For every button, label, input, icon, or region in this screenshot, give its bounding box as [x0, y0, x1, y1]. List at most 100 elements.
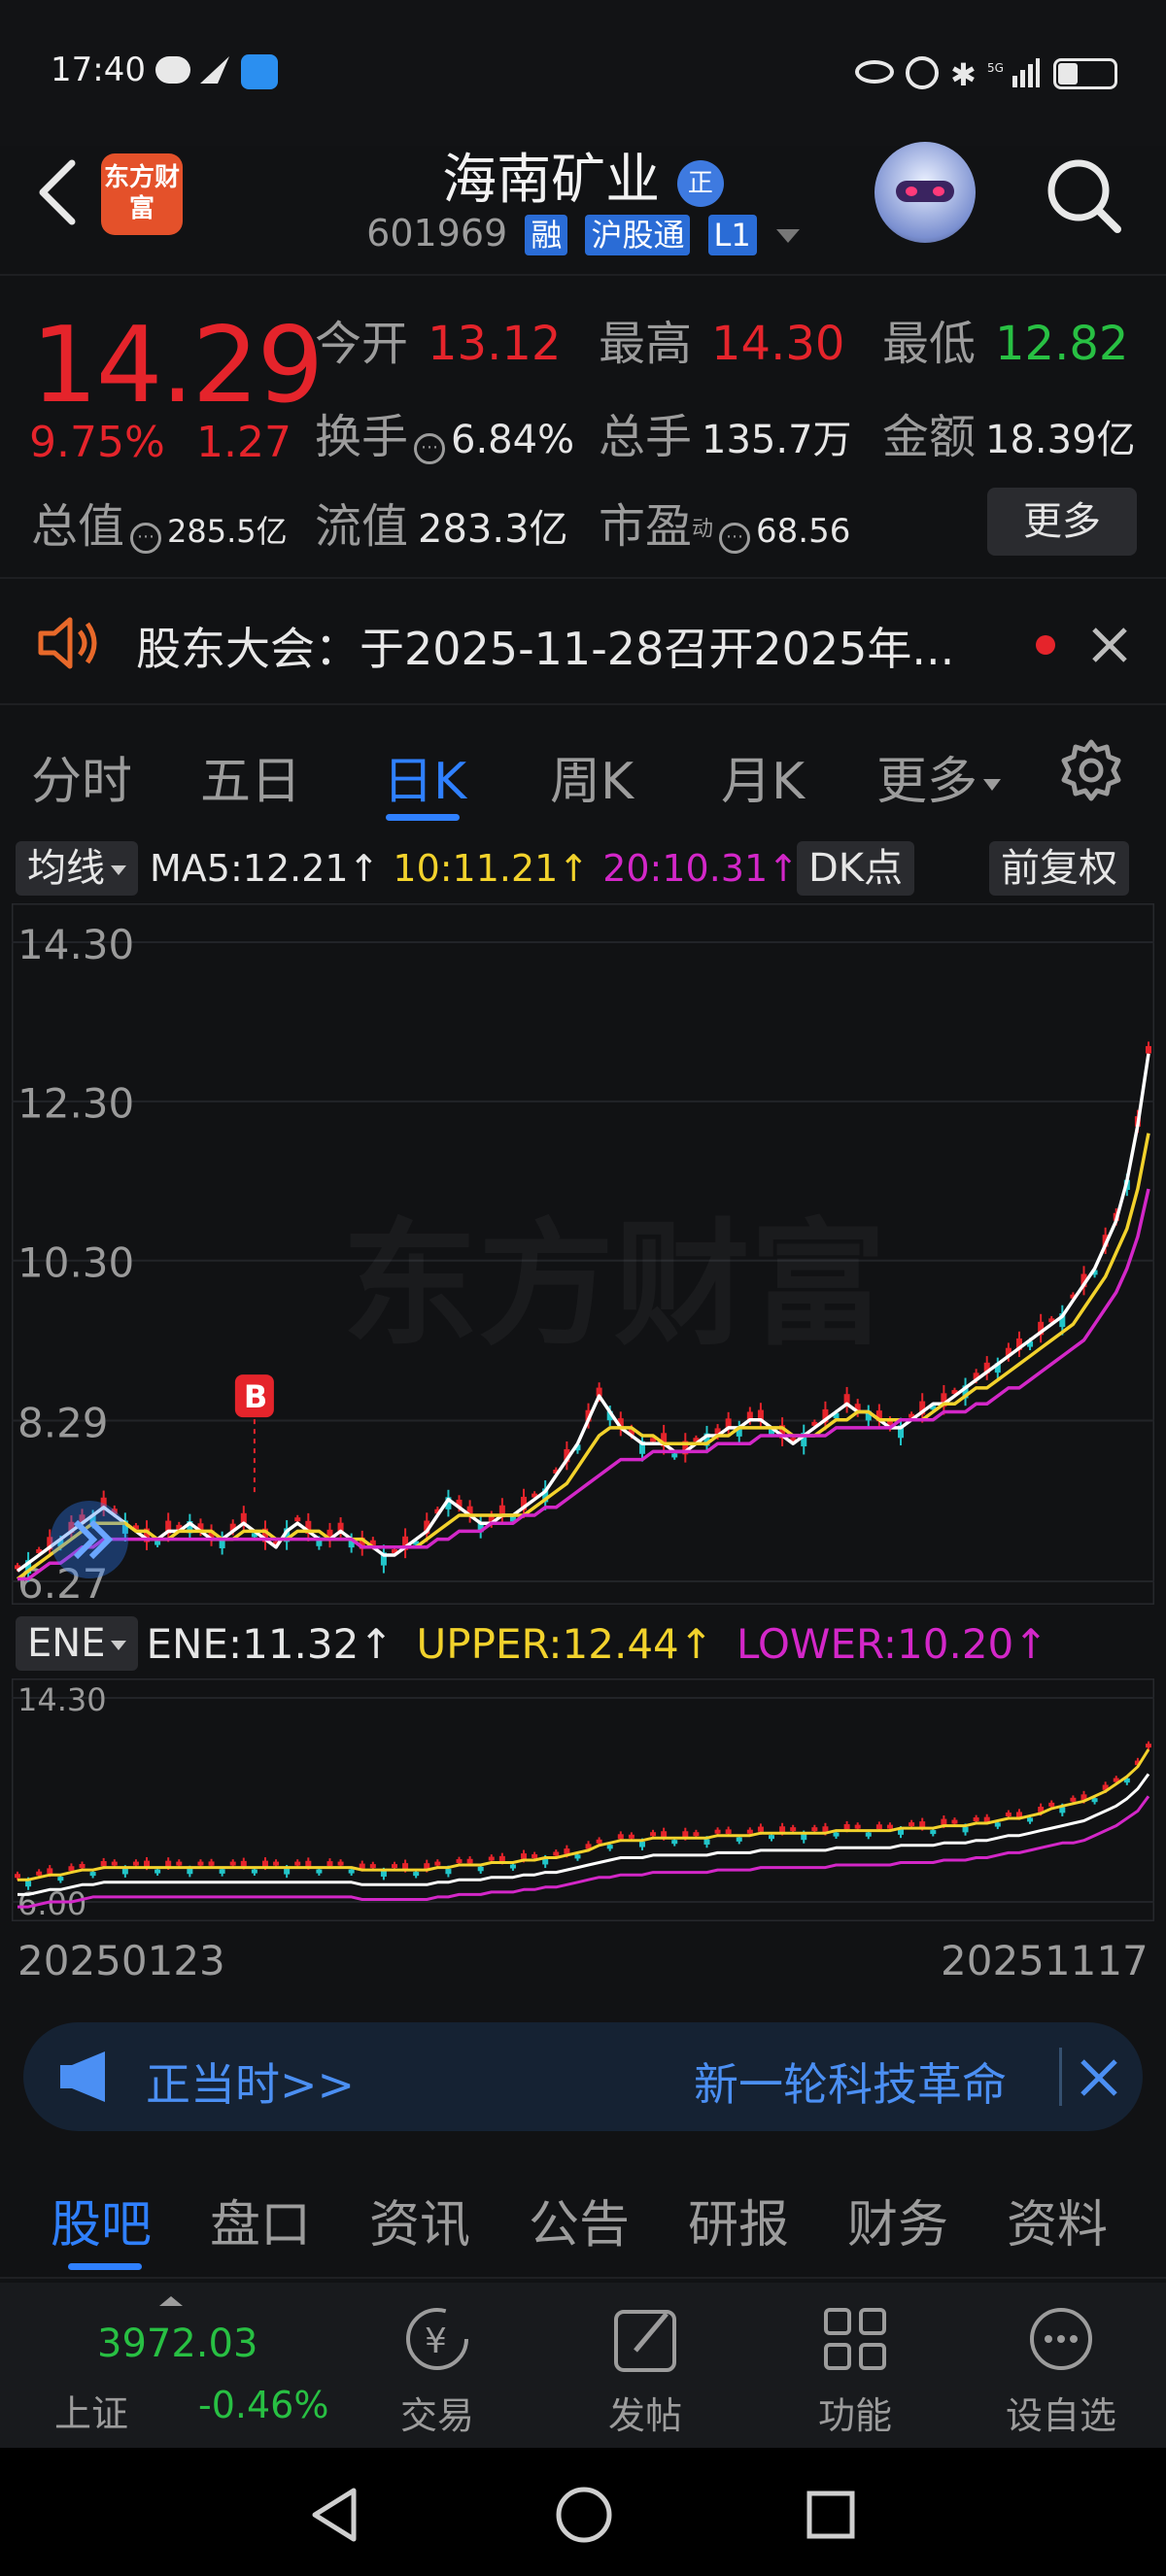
- nav-recents-icon[interactable]: [797, 2481, 865, 2549]
- candle-body: [251, 1869, 257, 1874]
- high-value: 14.30: [711, 317, 845, 371]
- candle-body: [498, 1855, 505, 1862]
- tab-five-day[interactable]: 五日: [200, 740, 301, 813]
- ad-banner[interactable]: 正当时>> 新一轮科技革命: [23, 2022, 1143, 2131]
- candle-body: [402, 1863, 409, 1870]
- candle-body: [316, 1869, 323, 1874]
- more-button[interactable]: 更多: [987, 488, 1137, 556]
- signal-icon: 5G: [987, 58, 1040, 87]
- settings-gear-icon[interactable]: [1057, 736, 1125, 804]
- grid-icon: [824, 2308, 886, 2370]
- low-field: 最低 12.82: [882, 317, 1129, 371]
- info-icon: ⋯: [130, 522, 162, 554]
- adjust-button[interactable]: 前复权: [989, 841, 1129, 896]
- info-icon: ⋯: [414, 432, 446, 464]
- tab-announcements[interactable]: 公告: [529, 2184, 630, 2256]
- candle-body: [392, 1864, 397, 1869]
- candle-body: [197, 1861, 204, 1866]
- tab-order-book[interactable]: 盘口: [210, 2184, 311, 2256]
- open-field: 今开 13.12: [315, 317, 562, 371]
- candle-body: [951, 1819, 958, 1824]
- indicator-select[interactable]: 均线: [16, 841, 138, 896]
- search-icon[interactable]: [1040, 152, 1127, 239]
- turnover-field: 换手 ⋯ 6.84%: [315, 410, 575, 464]
- index-value[interactable]: 3972.03: [97, 2322, 257, 2366]
- ene-indicator-select[interactable]: ENE: [16, 1616, 139, 1671]
- chart-frame: [11, 1678, 1155, 1922]
- close-icon[interactable]: [1088, 624, 1131, 666]
- candle-body: [89, 1872, 96, 1877]
- close-icon[interactable]: [1079, 2057, 1119, 2098]
- post-button[interactable]: 发帖: [567, 2300, 723, 2439]
- candle-body: [909, 1822, 915, 1827]
- index-change[interactable]: -0.46%: [198, 2384, 328, 2426]
- tab-news[interactable]: 资讯: [369, 2184, 470, 2256]
- robot-assistant-icon[interactable]: [874, 142, 976, 243]
- info-icon: ⋯: [719, 522, 751, 554]
- candle-body: [606, 1845, 613, 1849]
- candle-body: [154, 1869, 161, 1874]
- ene-label: ENE:11.32↑: [146, 1619, 394, 1668]
- candle-body: [284, 1868, 291, 1875]
- candle-body: [1015, 1812, 1022, 1817]
- stock-code-row[interactable]: 601969 融 沪股通 L1: [0, 212, 1166, 255]
- tab-research[interactable]: 研报: [688, 2184, 789, 2256]
- ad-right-text[interactable]: 新一轮科技革命: [694, 2050, 1044, 2114]
- candle-body: [962, 1826, 969, 1833]
- pe-field: 市盈动 ⋯ 68.56: [599, 499, 851, 554]
- chevron-up-icon[interactable]: [159, 2296, 183, 2306]
- dk-point-button[interactable]: DK点: [797, 841, 915, 896]
- ene-chart[interactable]: 14.30 6.00: [11, 1678, 1155, 1922]
- stock-name: 海南矿业 正: [0, 136, 1166, 215]
- candle-body: [843, 1824, 850, 1830]
- tab-monthly-k[interactable]: 月K: [721, 740, 805, 813]
- tab-daily-k[interactable]: 日K: [383, 740, 466, 813]
- notice-text[interactable]: 股东大会：于2025-11-28召开2025年...: [136, 614, 954, 678]
- ma-legend: 均线 MA5:12.21↑ 10:11.21↑ 20:10.31↑ DK点 前复…: [0, 837, 1166, 899]
- stock-header: 东方财富 海南矿业 正 601969 融 沪股通 L1: [0, 107, 1166, 272]
- candle-body: [79, 1864, 86, 1869]
- tab-profile[interactable]: 资料: [1007, 2184, 1108, 2256]
- candle-body: [941, 1818, 947, 1825]
- candle-body: [380, 1871, 387, 1877]
- edit-icon: [614, 2310, 676, 2372]
- amount-field: 金额 18.39亿: [882, 410, 1136, 464]
- tab-intraday[interactable]: 分时: [31, 740, 132, 813]
- functions-button[interactable]: 功能: [777, 2300, 933, 2439]
- candle-body: [176, 1861, 183, 1866]
- candle-body: [208, 1861, 215, 1866]
- candle-body: [229, 1861, 236, 1866]
- active-tab-indicator: [386, 814, 460, 821]
- candle-body: [187, 1868, 193, 1875]
- tab-weekly-k[interactable]: 周K: [550, 740, 634, 813]
- candle-body: [703, 1839, 710, 1845]
- alarm-icon: [906, 56, 939, 89]
- candle-body: [930, 1830, 937, 1835]
- candle-body: [521, 1853, 528, 1859]
- more-dots-icon: [1030, 2308, 1092, 2370]
- ad-left-text[interactable]: 正当时>>: [146, 2050, 355, 2114]
- candle-body: [273, 1861, 280, 1866]
- candle-body: [769, 1835, 774, 1840]
- k-line-chart[interactable]: 14.3012.3010.308.296.27BS 东方财富: [11, 902, 1155, 1608]
- index-name[interactable]: 上证: [54, 2384, 128, 2437]
- candle-body: [693, 1832, 700, 1837]
- candle-body: [121, 1868, 128, 1875]
- nav-back-icon[interactable]: [301, 2481, 369, 2549]
- high-field: 最高 14.30: [599, 317, 845, 371]
- tab-more[interactable]: 更多: [876, 740, 1002, 813]
- change-pct: 9.75%: [29, 418, 165, 467]
- divider: [1059, 2048, 1062, 2106]
- low-value: 12.82: [995, 317, 1129, 371]
- float-field: 流值 283.3亿: [315, 499, 568, 554]
- trade-button[interactable]: ¥ 交易: [360, 2300, 515, 2439]
- status-time: 17:40: [51, 51, 146, 89]
- y-tick-label: 14.30: [17, 921, 134, 968]
- nav-home-icon[interactable]: [550, 2481, 618, 2549]
- notice-bar[interactable]: 股东大会：于2025-11-28召开2025年...: [0, 577, 1166, 705]
- yuan-icon: ¥: [406, 2308, 468, 2370]
- tab-guba[interactable]: 股吧: [51, 2184, 152, 2256]
- add-watchlist-button[interactable]: 设自选: [983, 2300, 1139, 2439]
- ma5-label: MA5:12.21↑: [150, 847, 380, 890]
- tab-financials[interactable]: 财务: [847, 2184, 948, 2256]
